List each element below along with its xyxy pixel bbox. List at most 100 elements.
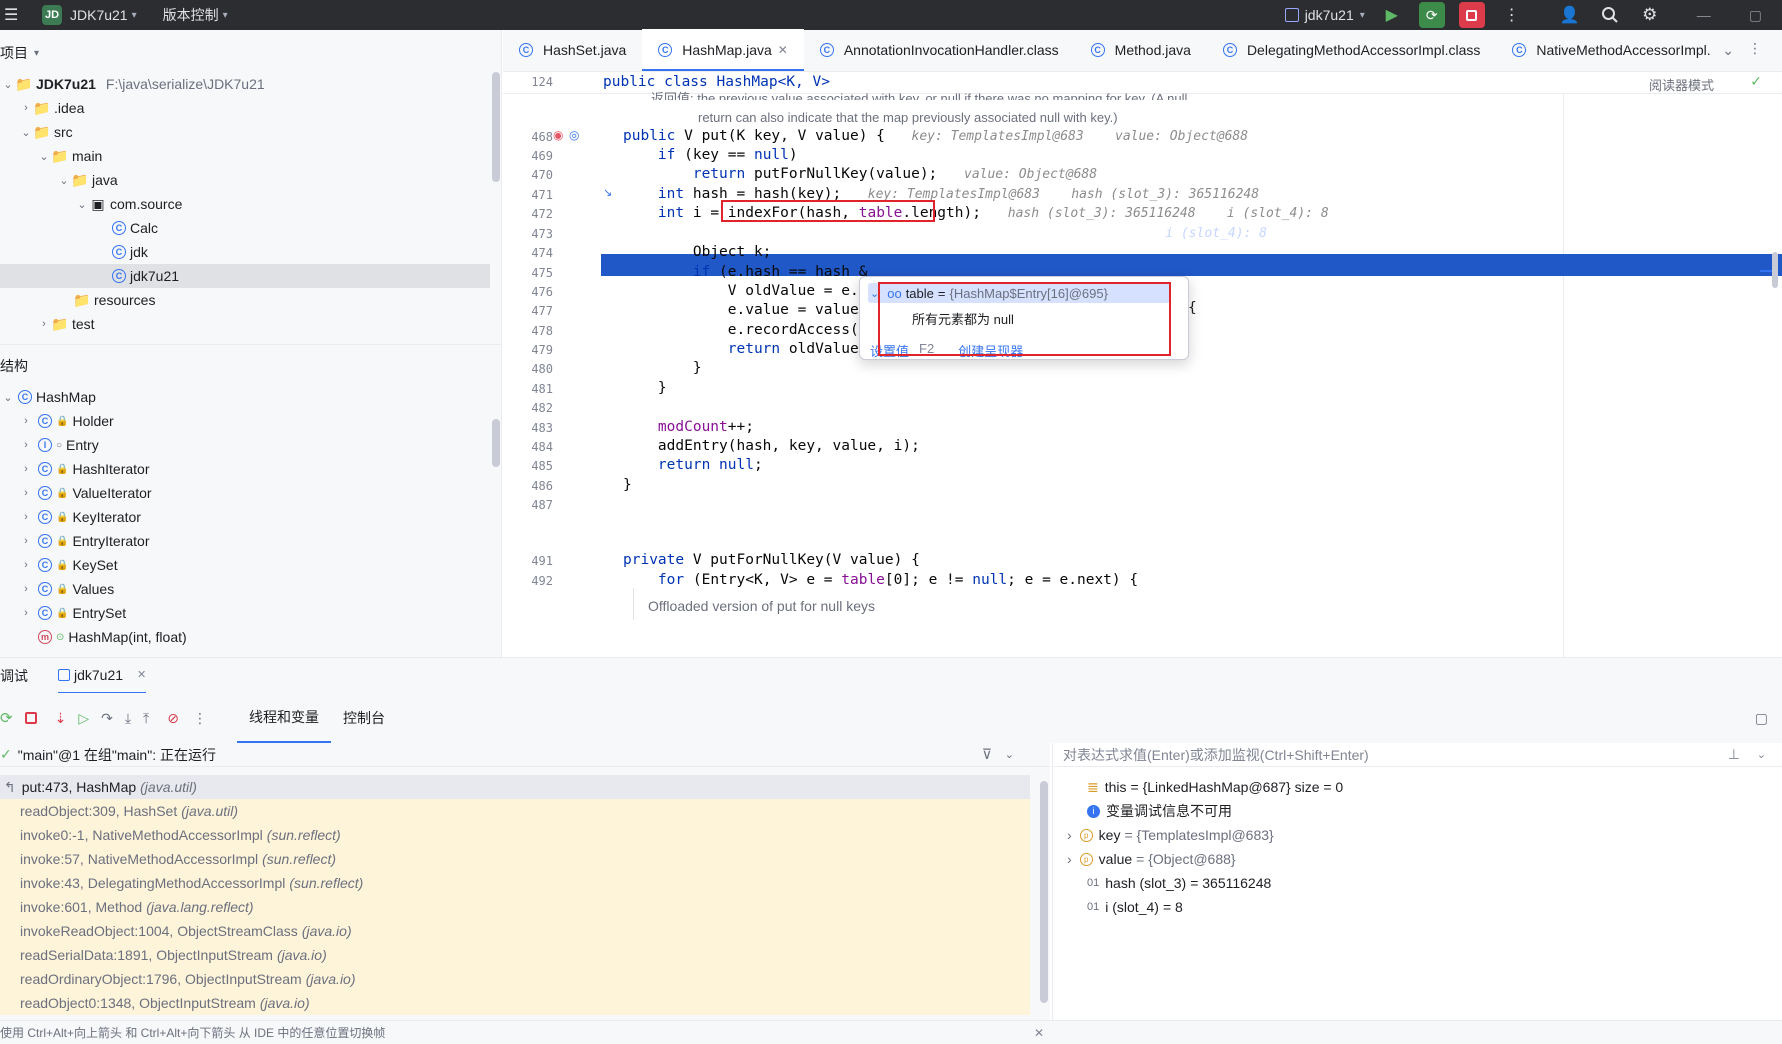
code-line[interactable]: 468 public V put(K key, V value) {key: Te… <box>503 128 1782 148</box>
step-into-icon[interactable]: ↷ <box>101 710 113 727</box>
debug-rerun-button[interactable]: ⟳ <box>1418 2 1445 28</box>
chevron-right-icon[interactable]: › <box>18 102 34 114</box>
tree-item-com-source[interactable]: ⌄ ▣ com.source <box>0 192 501 216</box>
code-line[interactable]: 487 <box>503 496 1782 516</box>
chevron-right-icon[interactable]: › <box>1067 827 1072 843</box>
chevron-right-icon[interactable]: › <box>18 583 34 595</box>
chevron-down-icon[interactable]: ⌄ <box>0 78 16 91</box>
code-line[interactable]: 492 for (Entry<K, V> e = table[0]; e != … <box>503 572 1782 592</box>
resume-program-icon[interactable]: ▷ <box>78 710 89 727</box>
stop-button[interactable] <box>1458 2 1485 28</box>
chevron-down-icon[interactable]: ⌄ <box>1757 748 1766 761</box>
code-line[interactable]: 481 } <box>503 380 1782 400</box>
variable-row[interactable]: ≣ this = {LinkedHashMap@687} size = 0 <box>1053 775 1782 799</box>
step-over-icon[interactable]: ⇣ <box>55 710 67 727</box>
search-icon[interactable] <box>1597 2 1623 28</box>
override-breakpoint-icon[interactable]: ◉ <box>553 128 563 142</box>
tree-item-java[interactable]: ⌄ 📁 java <box>0 168 501 192</box>
rerun-icon[interactable]: ⟳ <box>0 709 13 727</box>
chevron-right-icon[interactable]: › <box>36 318 52 330</box>
step-out-icon[interactable]: ⤒ <box>143 710 149 727</box>
code-line[interactable]: 471 int hash = hash(key); key: TemplatesI… <box>503 186 1782 206</box>
chevron-right-icon[interactable]: › <box>18 535 34 547</box>
editor-scrollbar[interactable] <box>1772 252 1778 288</box>
close-icon[interactable]: ✕ <box>1034 1026 1044 1040</box>
structure-item[interactable]: m ⊙ HashMap(int, float) <box>0 625 502 649</box>
frames-scrollbar[interactable] <box>1040 781 1048 1003</box>
variable-row[interactable]: › p value = {Object@688} <box>1053 847 1782 871</box>
add-watch-icon[interactable]: ⊥ <box>1728 746 1740 763</box>
tree-item-test[interactable]: › 📁 test <box>0 312 501 336</box>
layout-icon[interactable]: ▢ <box>1755 710 1768 727</box>
minimize-icon[interactable]: — <box>1697 7 1711 23</box>
chevron-down-icon[interactable]: ⌄ <box>0 391 16 404</box>
tree-item-idea[interactable]: › 📁 .idea <box>0 96 501 120</box>
stack-frame[interactable]: invoke:43, DelegatingMethodAccessorImpl(… <box>0 871 1030 895</box>
code-line[interactable]: 469 if (key == null) <box>503 147 1782 167</box>
debug-session-tab[interactable]: jdk7u21 ✕ <box>58 658 147 694</box>
reader-mode-button[interactable]: 阅读器模式 <box>1649 75 1714 94</box>
chevron-right-icon[interactable]: › <box>18 463 34 475</box>
stack-frame[interactable]: ↰ put:473, HashMap (java.util) <box>0 775 1030 799</box>
chevron-right-icon[interactable]: › <box>18 559 34 571</box>
resume-icon[interactable]: ▶ <box>1379 2 1405 28</box>
structure-item[interactable]: › C 🔒 KeySet <box>0 553 502 577</box>
tab-annotationinvocationhandler[interactable]: C AnnotationInvocationHandler.class <box>804 29 1075 71</box>
stack-frame[interactable]: invokeReadObject:1004, ObjectStreamClass… <box>0 919 1030 943</box>
subtab-threads-variables[interactable]: 线程和变量 <box>236 693 331 743</box>
more-actions-icon[interactable]: ⋮ <box>193 710 207 727</box>
chevron-down-icon[interactable]: ⌄ <box>36 150 52 163</box>
chevron-right-icon[interactable]: › <box>18 487 34 499</box>
code-line[interactable]: 470 return putForNullKey(value); value: O… <box>503 166 1782 186</box>
subtab-console[interactable]: 控制台 <box>343 708 385 728</box>
filter-icon[interactable]: ⊽ <box>982 746 992 763</box>
tab-overflow-chevron-icon[interactable]: ⌄ <box>1722 42 1734 59</box>
variable-row[interactable]: 01 hash (slot_3) = 365116248 <box>1053 871 1782 895</box>
tab-nativemethodaccessorimpl[interactable]: C NativeMethodAccessorImpl. <box>1496 29 1726 71</box>
more-tabs-icon[interactable]: ⋮ <box>1748 40 1762 57</box>
project-tree-scrollbar[interactable] <box>492 72 500 182</box>
tree-root[interactable]: ⌄ 📁 JDK7u21 F:\java\serialize\JDK7u21 <box>0 72 501 96</box>
code-line[interactable]: 486} <box>503 477 1782 497</box>
stack-frame[interactable]: invoke:57, NativeMethodAccessorImpl (sun.… <box>0 847 1030 871</box>
variable-row[interactable]: › p key = {TemplatesImpl@683} <box>1053 823 1782 847</box>
chevron-down-icon[interactable]: ⌄ <box>1005 748 1014 761</box>
structure-item[interactable]: › C 🔒 EntrySet <box>0 601 502 625</box>
tree-item-main[interactable]: ⌄ 📁 main <box>0 144 501 168</box>
chevron-down-icon[interactable]: ⌄ <box>18 126 34 139</box>
code-line[interactable]: 491 private V putForNullKey(V value) { <box>503 552 1782 572</box>
structure-item[interactable]: › C 🔒 KeyIterator <box>0 505 502 529</box>
stack-frame[interactable]: readObject:309, HashSet (java.util) <box>0 799 1030 823</box>
stack-frame[interactable]: invoke0:-1, NativeMethodAccessorImpl (sun… <box>0 823 1030 847</box>
chevron-right-icon[interactable]: › <box>18 415 34 427</box>
stack-frame[interactable]: invoke:601, Method (java.lang.reflect) <box>0 895 1030 919</box>
structure-item[interactable]: › C 🔒 ValueIterator <box>0 481 502 505</box>
code-line[interactable]: 472 int i = indexFor(hash, table.length)… <box>503 205 1782 225</box>
code-line[interactable]: 474 Object k; <box>503 244 1782 264</box>
debug-watch-icon[interactable]: ◎ <box>569 128 579 142</box>
structure-item[interactable]: › C 🔒 HashIterator <box>0 457 502 481</box>
close-icon[interactable]: ✕ <box>778 43 788 57</box>
project-name-dropdown[interactable]: JDK7u21 ▾ <box>70 7 137 23</box>
vcs-dropdown[interactable]: 版本控制 ▾ <box>163 5 228 25</box>
close-icon[interactable]: ✕ <box>137 668 146 681</box>
chevron-down-icon[interactable]: ⌄ <box>74 198 90 211</box>
structure-root[interactable]: ⌄ C HashMap <box>0 385 502 409</box>
force-step-into-icon[interactable]: ⤓ <box>125 710 131 727</box>
tree-item-src[interactable]: ⌄ 📁 src <box>0 120 501 144</box>
tab-hashset-java[interactable]: C HashSet.java <box>503 29 642 71</box>
more-actions-icon[interactable]: ⋮ <box>1499 2 1525 28</box>
settings-gear-icon[interactable]: ⚙ <box>1637 2 1663 28</box>
add-user-icon[interactable]: 👤 <box>1557 2 1583 28</box>
structure-scrollbar[interactable] <box>492 419 500 467</box>
chevron-right-icon[interactable]: › <box>1067 851 1072 867</box>
chevron-down-icon[interactable]: ▾ <box>34 48 39 59</box>
chevron-right-icon[interactable]: › <box>18 511 34 523</box>
code-line[interactable]: 484 addEntry(hash, key, value, i); <box>503 438 1782 458</box>
code-line[interactable]: 473 for (Entry<K, V> e = table[i]; e != … <box>503 225 1782 245</box>
chevron-down-icon[interactable]: ⌄ <box>56 174 72 187</box>
mute-breakpoints-icon[interactable]: ⊘ <box>167 710 179 727</box>
chevron-right-icon[interactable]: › <box>18 607 34 619</box>
stack-frame[interactable]: readOrdinaryObject:1796, ObjectInputStre… <box>0 967 1030 991</box>
code-line[interactable]: 482 <box>503 399 1782 419</box>
